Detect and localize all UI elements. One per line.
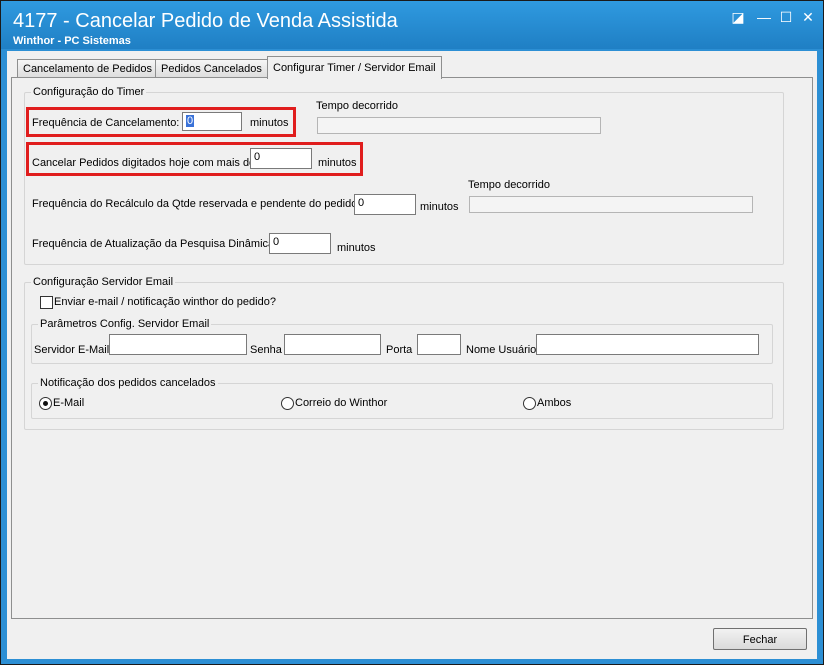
minimize-icon[interactable]: — [755,9,773,25]
radio-email-label[interactable]: E-Mail [53,397,84,409]
email-group-label: Configuração Servidor Email [31,276,176,288]
tab-pedidos-cancelados[interactable]: Pedidos Cancelados [155,59,268,78]
elapsed-field-1 [317,117,601,134]
elapsed-label-1: Tempo decorrido [316,100,398,112]
notification-group-label: Notificação dos pedidos cancelados [38,377,218,389]
send-email-label[interactable]: Enviar e-mail / notificação winthor do p… [54,296,276,308]
user-name-label: Nome Usuário [466,344,537,356]
app-window: 4177 - Cancelar Pedido de Venda Assistid… [0,0,824,665]
maximize-icon[interactable]: ☐ [777,9,795,25]
client-area: Cancelamento de Pedidos Pedidos Cancelad… [7,51,817,659]
server-email-input[interactable] [109,334,247,355]
timer-group-label: Configuração do Timer [31,86,147,98]
send-email-checkbox[interactable] [40,296,53,309]
freq-cancel-unit: minutos [250,117,289,129]
window-subtitle: Winthor - PC Sistemas [13,35,131,47]
port-label: Porta [386,344,413,356]
radio-correio-winthor-label[interactable]: Correio do Winthor [295,397,387,409]
title-bar[interactable]: 4177 - Cancelar Pedido de Venda Assistid… [1,1,823,49]
cancel-today-unit: minutos [318,157,357,169]
recalc-input[interactable]: 0 [354,194,416,215]
tab-cancelamento-pedidos[interactable]: Cancelamento de Pedidos [17,59,159,78]
server-email-label: Servidor E-Mail [34,344,110,356]
radio-email[interactable] [39,397,52,410]
tab-configurar-timer[interactable]: Configurar Timer / Servidor Email [267,56,442,79]
update-input[interactable]: 0 [269,233,331,254]
port-input[interactable] [417,334,461,355]
freq-cancel-label: Frequência de Cancelamento: [32,117,180,129]
cancel-today-input[interactable]: 0 [250,148,312,169]
radio-ambos[interactable] [523,397,536,410]
recalc-unit: minutos [420,201,459,213]
cancel-today-label: Cancelar Pedidos digitados hoje com mais… [32,157,256,169]
close-button[interactable]: Fechar [713,628,807,650]
freq-cancel-input[interactable]: 0 [182,112,242,131]
password-label: Senha [250,344,282,356]
elapsed-field-2 [469,196,753,213]
update-unit: minutos [337,242,376,254]
user-name-input[interactable] [536,334,759,355]
notification-group: Notificação dos pedidos cancelados [31,377,773,419]
recalc-label: Frequência do Recálculo da Qtde reservad… [32,198,358,210]
close-icon[interactable]: ✕ [799,9,817,25]
elapsed-label-2: Tempo decorrido [468,179,550,191]
radio-correio-winthor[interactable] [281,397,294,410]
server-params-label: Parâmetros Config. Servidor Email [38,318,212,330]
restore-icon[interactable]: ◪ [729,9,747,25]
radio-ambos-label[interactable]: Ambos [537,397,571,409]
password-input[interactable] [284,334,381,355]
window-title: 4177 - Cancelar Pedido de Venda Assistid… [13,10,398,32]
update-label: Frequência de Atualização da Pesquisa Di… [32,238,275,250]
tab-panel: Configuração do Timer Frequência de Canc… [11,77,813,619]
